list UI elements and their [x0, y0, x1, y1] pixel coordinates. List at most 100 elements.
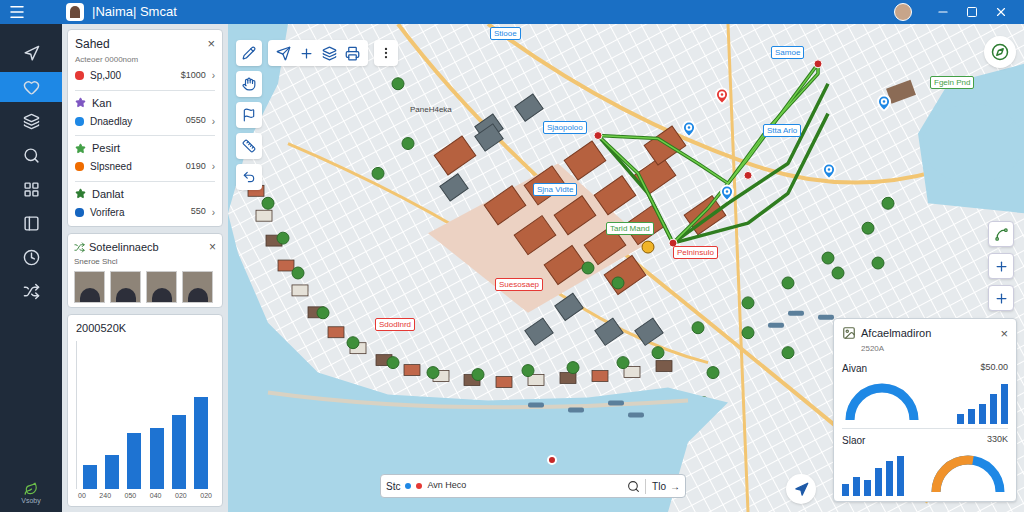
panel-title: Afcaelmadiron: [861, 325, 995, 342]
group-heading[interactable]: Danlat: [75, 181, 215, 203]
toolbar-icon[interactable]: [299, 46, 314, 61]
person-photo[interactable]: [74, 271, 105, 303]
map-label[interactable]: Sdodlnrd: [375, 318, 415, 331]
chart-bar: [150, 428, 164, 489]
bar-chart: [76, 341, 214, 489]
user-avatar-icon[interactable]: [894, 3, 912, 21]
nav-item[interactable]: [0, 106, 62, 136]
card-title: Soteelinnaecb: [89, 239, 205, 256]
person-photo[interactable]: [182, 271, 213, 303]
zoom-button[interactable]: [988, 253, 1014, 279]
axis-label: 00: [78, 491, 86, 502]
map-label[interactable]: Sjna Vidte: [533, 183, 577, 196]
locate-button[interactable]: [786, 474, 816, 504]
map-tool-button[interactable]: [236, 102, 262, 128]
nav-icon: [23, 249, 40, 266]
toolbar-icon[interactable]: [276, 46, 291, 61]
chart-bar: [105, 455, 119, 489]
group-icon: [75, 143, 86, 154]
search-bar[interactable]: StcAvn HecoTlo→: [380, 474, 686, 498]
more-icon: [379, 46, 393, 60]
card-icon: [74, 242, 85, 253]
nav-item[interactable]: [0, 242, 62, 272]
panel-subtitle: 2520A: [861, 343, 1008, 355]
list-row[interactable]: Sp,J00$1000›: [75, 66, 215, 86]
chart-bar: [172, 415, 186, 489]
map-pin-icon[interactable]: [680, 120, 698, 138]
nav-icon: [23, 283, 40, 300]
more-button[interactable]: [374, 40, 398, 66]
gauge-icon: [842, 378, 922, 424]
chart-bar: [875, 468, 882, 496]
map-label[interactable]: Stta Arlo: [763, 124, 801, 137]
nav-icon: [23, 181, 40, 198]
toolbar-icon[interactable]: [345, 46, 360, 61]
search-icon[interactable]: [627, 480, 640, 493]
chart-bar: [897, 456, 904, 496]
list-row[interactable]: Slpsneed0190›: [75, 157, 215, 177]
card-subtitle: Sneroe Shcl: [74, 256, 216, 268]
close-button[interactable]: ×: [209, 238, 216, 256]
map-tool-button[interactable]: [236, 133, 262, 159]
minimize-icon[interactable]: [936, 5, 950, 19]
map-label[interactable]: Pelninsulo: [673, 246, 718, 259]
map-pin-icon[interactable]: [820, 162, 838, 180]
close-button[interactable]: ×: [1000, 324, 1008, 344]
map-label[interactable]: Sjaopoloo: [543, 121, 587, 134]
window-title: |Naima| Smcat: [92, 2, 177, 22]
search-go-button[interactable]: Tlo→: [645, 479, 680, 494]
row-icon: [75, 162, 84, 171]
nav-item[interactable]: [0, 140, 62, 170]
map-tool-button[interactable]: [236, 40, 262, 66]
map-pin-icon[interactable]: [547, 455, 557, 465]
row-icon: [75, 71, 84, 80]
left-panel: Sahed×Acteoer 0000nomSp,J00$1000›KanDnae…: [62, 24, 228, 512]
zoom-icon: [994, 291, 1009, 306]
map-pin-icon[interactable]: [875, 94, 893, 112]
menu-icon[interactable]: [8, 3, 26, 21]
chart-bar: [957, 414, 964, 424]
tool-icon: [242, 170, 256, 184]
chart-bar: [194, 397, 208, 489]
app: |Naima| SmcatVsobySahed×Acteoer 0000nomS…: [0, 0, 1024, 512]
nav-icon: [23, 215, 40, 232]
map-pin-icon[interactable]: [713, 87, 731, 105]
group-heading[interactable]: Pesirt: [75, 135, 215, 157]
card-title: Sahed: [75, 35, 110, 53]
nav-item[interactable]: [0, 208, 62, 238]
list-row[interactable]: Vorifera550›: [75, 202, 215, 222]
maximize-icon[interactable]: [966, 6, 978, 18]
nav-icon: [23, 147, 40, 164]
toolbar-icon[interactable]: [322, 46, 337, 61]
group-heading[interactable]: Kan: [75, 90, 215, 112]
map-tool-button[interactable]: [236, 164, 262, 190]
zoom-icon: [994, 227, 1009, 242]
nav-item[interactable]: [0, 276, 62, 306]
person-photo[interactable]: [146, 271, 177, 303]
compass-icon: [991, 43, 1009, 61]
nav-item[interactable]: [0, 72, 62, 102]
brand: Vsoby: [21, 482, 40, 507]
red-dot-icon: [416, 483, 422, 489]
nav-item[interactable]: [0, 38, 62, 68]
map-label[interactable]: Suesosaep: [495, 278, 543, 291]
tool-icon: [242, 139, 256, 153]
map-pin-icon[interactable]: [718, 184, 736, 202]
person-photo[interactable]: [110, 271, 141, 303]
map-label[interactable]: Tarid Mand: [606, 222, 654, 235]
compass-button[interactable]: [984, 36, 1016, 68]
map-label[interactable]: Stiooe: [490, 27, 521, 40]
axis-label: 040: [150, 491, 162, 502]
map-label[interactable]: Fgeln Pnd: [930, 76, 974, 89]
axis-label: 020: [175, 491, 187, 502]
map-area: PaneH4ekaStiooeSamoeFgeln PndSjaopolooSt…: [228, 24, 1024, 512]
map-label[interactable]: Samoe: [771, 46, 804, 59]
list-row[interactable]: Dnaedlay0550›: [75, 111, 215, 131]
nav-item[interactable]: [0, 174, 62, 204]
zoom-button[interactable]: [988, 285, 1014, 311]
close-icon[interactable]: [994, 5, 1008, 19]
chart-bar: [853, 477, 860, 496]
map-tool-button[interactable]: [236, 71, 262, 97]
close-button[interactable]: ×: [207, 34, 215, 54]
zoom-button[interactable]: [988, 221, 1014, 247]
